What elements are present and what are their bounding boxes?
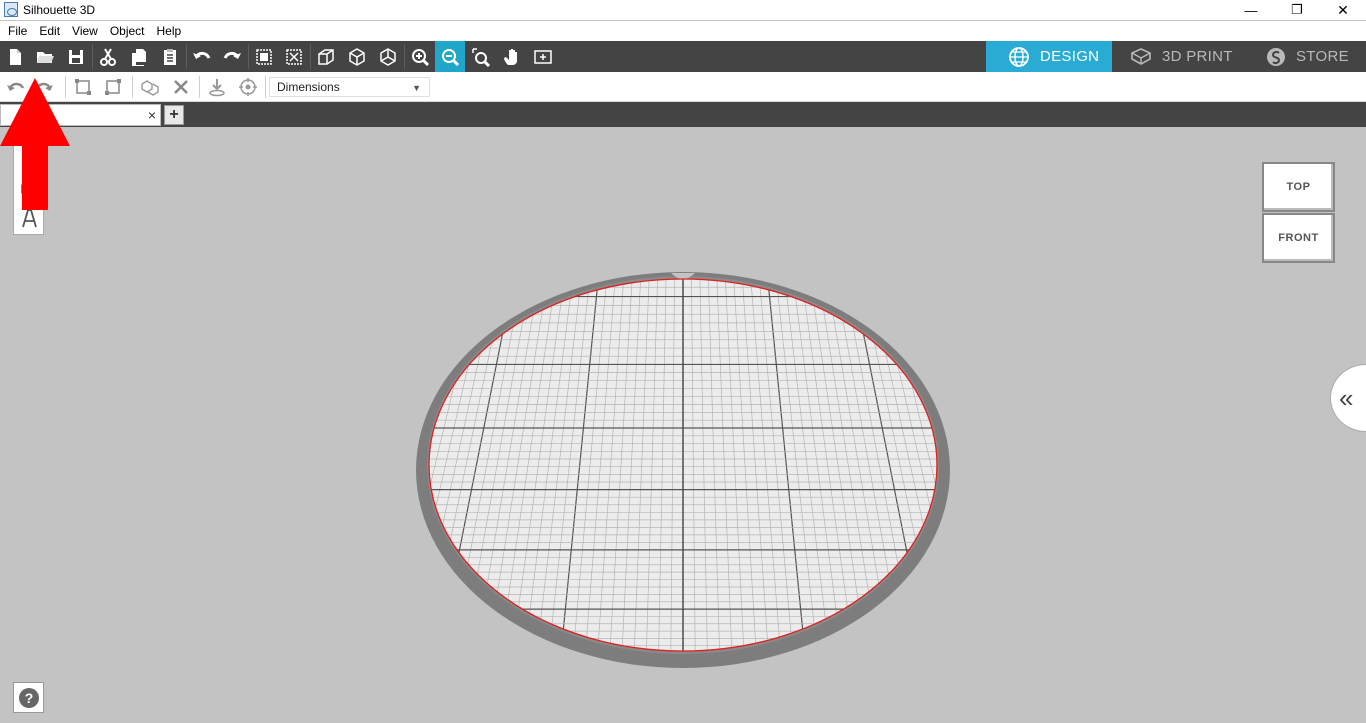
resize-icon[interactable]	[100, 75, 126, 99]
tab-design[interactable]: DESIGN	[986, 41, 1112, 72]
pan-hand-icon[interactable]	[497, 41, 527, 72]
group-icon[interactable]	[249, 41, 279, 72]
menu-bar: File Edit View Object Help	[0, 21, 1366, 41]
new-file-icon[interactable]	[0, 41, 30, 72]
iso-view-icon[interactable]	[373, 41, 403, 72]
save-icon[interactable]	[61, 41, 91, 72]
close-button[interactable]: ✕	[1320, 0, 1366, 20]
tab-store-label: STORE	[1296, 48, 1349, 65]
zoom-in-icon[interactable]	[405, 41, 435, 72]
menu-object[interactable]: Object	[104, 21, 151, 41]
zoom-out-icon[interactable]	[435, 41, 465, 72]
maximize-button[interactable]: ❐	[1274, 0, 1320, 20]
merge-objects-icon[interactable]	[137, 75, 163, 99]
secondary-toolbar: Dimensions ▼	[0, 72, 1366, 102]
delete-icon[interactable]	[168, 75, 194, 99]
annotation-arrow	[0, 78, 70, 210]
cube-view-icon[interactable]	[342, 41, 372, 72]
store-icon	[1267, 47, 1285, 66]
fit-page-icon[interactable]	[528, 41, 558, 72]
minimize-button[interactable]: —	[1228, 0, 1274, 20]
undo-icon[interactable]	[187, 41, 217, 72]
menu-file[interactable]: File	[2, 21, 33, 41]
zoom-fit-icon[interactable]	[466, 41, 496, 72]
help-button[interactable]: ?	[13, 682, 44, 713]
perspective-view-icon[interactable]	[311, 41, 341, 72]
drop-to-platform-icon[interactable]	[204, 75, 230, 99]
window-title: Silhouette 3D	[23, 3, 96, 17]
view-cube-front[interactable]: FRONT	[1262, 213, 1335, 263]
menu-view[interactable]: View	[66, 21, 104, 41]
ungroup-icon[interactable]	[279, 41, 309, 72]
title-bar: Silhouette 3D — ❐ ✕	[0, 0, 1366, 20]
center-icon[interactable]	[235, 75, 261, 99]
app-icon	[4, 2, 18, 17]
chevron-down-icon: ▼	[412, 83, 421, 93]
dimensions-label: Dimensions	[277, 80, 340, 94]
dimensions-dropdown[interactable]: Dimensions ▼	[269, 77, 430, 97]
redo-icon[interactable]	[217, 41, 247, 72]
tab-design-label: DESIGN	[1040, 48, 1100, 65]
svg-text:?: ?	[24, 690, 33, 706]
3d-print-icon	[1131, 47, 1151, 65]
scale-icon[interactable]	[70, 75, 96, 99]
tab-3d-print-label: 3D PRINT	[1162, 48, 1233, 65]
tab-store[interactable]: STORE	[1248, 41, 1366, 72]
menu-edit[interactable]: Edit	[33, 21, 66, 41]
tab-3d-print[interactable]: 3D PRINT	[1112, 41, 1248, 72]
help-icon: ?	[18, 687, 39, 708]
design-canvas[interactable]: TOP FRONT « ?	[0, 127, 1366, 723]
open-folder-icon[interactable]	[30, 41, 60, 72]
paste-icon[interactable]	[155, 41, 185, 72]
platform-grid	[429, 279, 937, 651]
document-tab-close-icon[interactable]: ×	[148, 107, 156, 123]
cut-icon[interactable]	[93, 41, 123, 72]
print-platform	[416, 272, 950, 668]
add-document-button[interactable]: +	[164, 105, 184, 125]
copy-icon[interactable]	[124, 41, 154, 72]
double-chevron-left-icon: «	[1339, 382, 1354, 413]
globe-icon	[1009, 46, 1029, 67]
menu-help[interactable]: Help	[151, 21, 188, 41]
view-cube-top[interactable]: TOP	[1262, 162, 1335, 212]
document-tab-bar: × +	[0, 102, 1366, 127]
